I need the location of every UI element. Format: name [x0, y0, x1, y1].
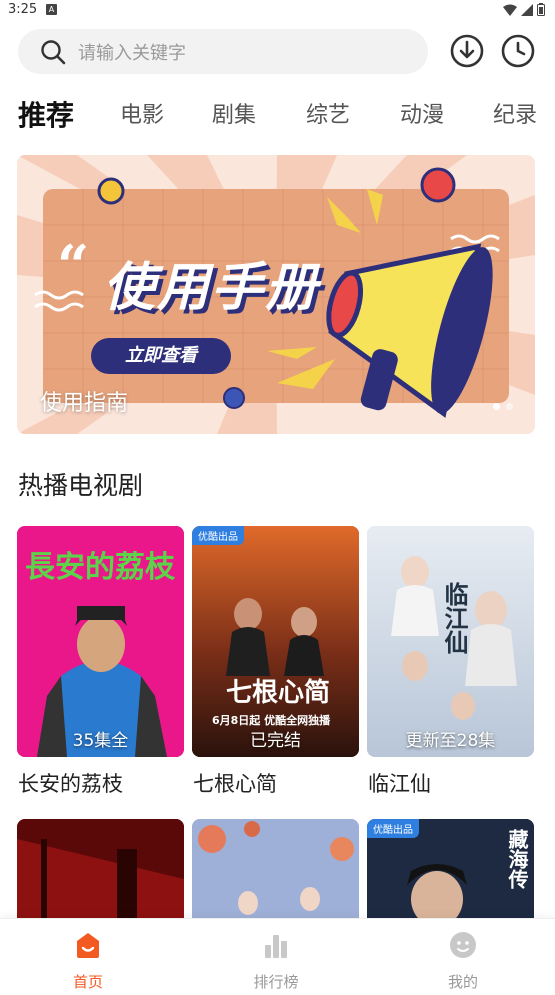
show-card-poster[interactable]: [17, 819, 184, 919]
search-placeholder: 请输入关键字: [78, 42, 186, 64]
show-card-poster[interactable]: [192, 819, 359, 919]
tab-variety[interactable]: 综艺: [306, 92, 350, 140]
tab-movies[interactable]: 电影: [120, 92, 164, 140]
status-bar: 3:25 A: [0, 0, 555, 22]
show-card-poster[interactable]: 長安的荔枝 35集全: [17, 526, 184, 757]
wifi-icon: [503, 4, 517, 16]
battery-icon: [537, 3, 545, 16]
search-icon: [41, 39, 66, 64]
tab-anime[interactable]: 动漫: [400, 92, 444, 140]
history-icon: [501, 34, 535, 68]
show-card-poster[interactable]: 优酷出品 七根心简 6月8日起 优酷全网独播 已完结: [192, 526, 359, 757]
poster-art-title: 藏海传: [505, 829, 529, 889]
search-input[interactable]: 请输入关键字: [18, 29, 428, 74]
notification-icon: A: [46, 4, 57, 15]
tab-documentary[interactable]: 纪录: [493, 92, 537, 140]
status-icons: [503, 3, 545, 16]
banner-caption: 使用指南: [40, 391, 129, 416]
download-icon: [450, 34, 484, 68]
banner-dot: [506, 403, 513, 410]
history-button[interactable]: [501, 34, 535, 68]
status-time: 3:25: [8, 2, 38, 17]
poster-badge: 优酷出品: [367, 819, 419, 838]
poster-art: [17, 819, 184, 919]
signal-icon: [521, 3, 533, 16]
poster-art-title: 七根心简: [226, 678, 331, 708]
nav-label: 我的: [447, 973, 478, 991]
banner-dot-active: [493, 403, 500, 410]
nav-home[interactable]: 首页: [28, 919, 148, 995]
poster-art-title: 長安的荔枝: [25, 550, 175, 585]
banner-title: 使用手册: [103, 258, 320, 318]
nav-label: 排行榜: [253, 973, 299, 991]
download-button[interactable]: [450, 34, 484, 68]
show-card-poster[interactable]: 优酷出品 藏海传: [367, 819, 534, 919]
nav-ranking[interactable]: 排行榜: [216, 919, 336, 995]
tab-recommended[interactable]: 推荐: [18, 92, 74, 140]
show-title[interactable]: 长安的荔枝: [18, 768, 123, 798]
ranking-icon: [265, 935, 287, 958]
show-card-poster[interactable]: 临江仙 更新至28集: [367, 526, 534, 757]
banner-quote-mark: “: [57, 233, 90, 299]
nav-profile[interactable]: 我的: [403, 919, 523, 995]
tab-series[interactable]: 剧集: [212, 92, 256, 140]
show-title[interactable]: 临江仙: [368, 768, 431, 798]
poster-art: [192, 819, 359, 919]
poster-status: 35集全: [72, 731, 129, 751]
category-tabs: 推荐 电影 剧集 综艺 动漫 纪录: [0, 92, 555, 140]
profile-icon: [450, 932, 476, 958]
bottom-nav: 首页 排行榜 我的: [0, 918, 555, 995]
promo-banner[interactable]: “ 使用手册 立即查看 使用指南: [17, 155, 535, 434]
poster-status: 已完结: [250, 731, 301, 751]
poster-status: 更新至28集: [405, 731, 496, 751]
home-icon: [77, 933, 99, 958]
banner-pagination: [493, 403, 513, 410]
show-title[interactable]: 七根心简: [193, 768, 277, 798]
section-title: 热播电视剧: [18, 471, 144, 500]
banner-view-button[interactable]: 立即查看: [91, 338, 231, 374]
poster-badge: 优酷出品: [192, 526, 244, 545]
nav-label: 首页: [72, 973, 103, 991]
poster-art-title: 临江仙: [440, 582, 469, 654]
